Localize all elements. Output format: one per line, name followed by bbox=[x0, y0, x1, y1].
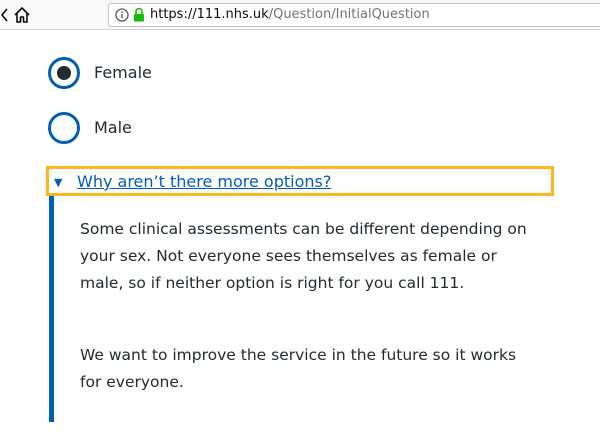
details-paragraph-improve: We want to improve the service in the fu… bbox=[80, 346, 517, 391]
lock-icon bbox=[134, 7, 144, 22]
radio-label-male[interactable]: Male bbox=[94, 118, 132, 138]
radio-option-male[interactable]: Male bbox=[48, 111, 132, 145]
details-border bbox=[49, 196, 54, 422]
details-paragraph-sex: Some clinical assessments can be differe… bbox=[80, 220, 527, 292]
details-summary-link[interactable]: Why aren’t there more options? bbox=[77, 172, 331, 192]
url-text[interactable]: https://111.nhs.uk/Question/InitialQuest… bbox=[150, 7, 430, 23]
home-icon[interactable] bbox=[12, 5, 32, 25]
triangle-down-icon: ▼ bbox=[54, 176, 63, 189]
radio-label-female[interactable]: Female bbox=[94, 63, 152, 83]
url-path: /Question/InitialQuestion bbox=[268, 7, 430, 22]
url-host: https://111.nhs.uk bbox=[150, 7, 269, 22]
radio-button-female[interactable] bbox=[48, 57, 80, 89]
details-summary[interactable]: ▼ Why aren’t there more options? bbox=[46, 166, 554, 196]
info-icon[interactable] bbox=[115, 8, 129, 22]
chevron-left-icon[interactable] bbox=[0, 7, 10, 23]
radio-option-female[interactable]: Female bbox=[48, 56, 152, 90]
radio-button-male[interactable] bbox=[48, 112, 80, 144]
browser-toolbar: https://111.nhs.uk/Question/InitialQuest… bbox=[0, 0, 600, 30]
address-bar[interactable]: https://111.nhs.uk/Question/InitialQuest… bbox=[108, 3, 600, 27]
radio-selected-dot bbox=[57, 66, 71, 80]
